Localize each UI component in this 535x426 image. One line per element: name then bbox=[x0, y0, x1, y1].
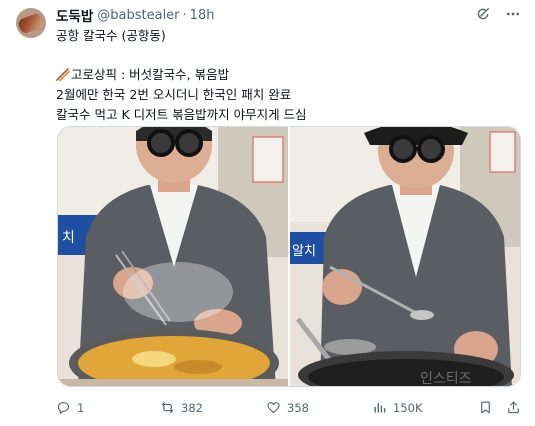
avatar[interactable] bbox=[16, 8, 46, 38]
like-icon bbox=[266, 400, 281, 415]
tweet-line-3-text: 고로상픽 : 버섯칼국수, 볶음밥 bbox=[71, 67, 230, 83]
action-bar: 1 382 358 150K bbox=[56, 400, 522, 418]
timestamp[interactable]: 18h bbox=[190, 8, 215, 23]
separator-dot: · bbox=[182, 7, 187, 23]
tweet-header: 도둑밥 @babstealer · 18h bbox=[56, 5, 215, 26]
like-button[interactable]: 358 bbox=[266, 400, 309, 415]
chopsticks-icon bbox=[56, 67, 70, 82]
photo-2-sign-text: 알치 bbox=[292, 244, 316, 259]
bookmark-icon bbox=[478, 400, 493, 415]
reply-count: 1 bbox=[77, 400, 85, 415]
tweet-line-1: 공항 칼국수 (공항동) bbox=[56, 28, 166, 43]
watermark-text: 인스티즈 bbox=[420, 371, 472, 386]
photo-1[interactable]: 치 bbox=[58, 127, 288, 386]
share-button[interactable] bbox=[506, 400, 521, 415]
tweet-text: 공항 칼국수 (공항동) 고로상픽 : 버섯칼국수, 볶음밥 2월에만 한국 2… bbox=[56, 26, 526, 125]
like-count: 358 bbox=[287, 400, 309, 415]
share-icon bbox=[506, 400, 521, 415]
views-button[interactable]: 150K bbox=[372, 400, 423, 415]
tweet-top-actions bbox=[475, 6, 521, 22]
tweet-line-3: 고로상픽 : 버섯칼국수, 볶음밥 bbox=[56, 65, 526, 85]
more-icon[interactable] bbox=[505, 6, 521, 22]
retweet-count: 382 bbox=[181, 400, 203, 415]
avatar-food-image bbox=[17, 12, 45, 35]
media-grid: 치 알치 인스티즈 bbox=[57, 126, 521, 387]
photo-1-scene: 치 bbox=[58, 127, 288, 386]
photo-2[interactable]: 알치 인스티즈 bbox=[290, 127, 520, 386]
retweet-icon bbox=[160, 400, 175, 415]
user-handle[interactable]: @babstealer bbox=[97, 8, 179, 23]
display-name[interactable]: 도둑밥 bbox=[56, 5, 93, 25]
photo-2-scene: 알치 인스티즈 bbox=[290, 127, 520, 386]
retweet-button[interactable]: 382 bbox=[160, 400, 203, 415]
bookmark-button[interactable] bbox=[478, 400, 493, 415]
tweet-line-4: 2월에만 한국 2번 오시더니 한국인 패치 완료 bbox=[56, 87, 292, 103]
views-icon bbox=[372, 400, 387, 415]
views-count: 150K bbox=[393, 400, 423, 415]
grok-icon[interactable] bbox=[475, 6, 491, 22]
reply-button[interactable]: 1 bbox=[56, 400, 84, 415]
reply-icon bbox=[56, 400, 71, 415]
photo-1-sign-text: 치 bbox=[62, 230, 75, 246]
tweet-line-5: 칼국수 먹고 K 디저트 볶음밥까지 야무지게 드심 bbox=[56, 106, 307, 122]
